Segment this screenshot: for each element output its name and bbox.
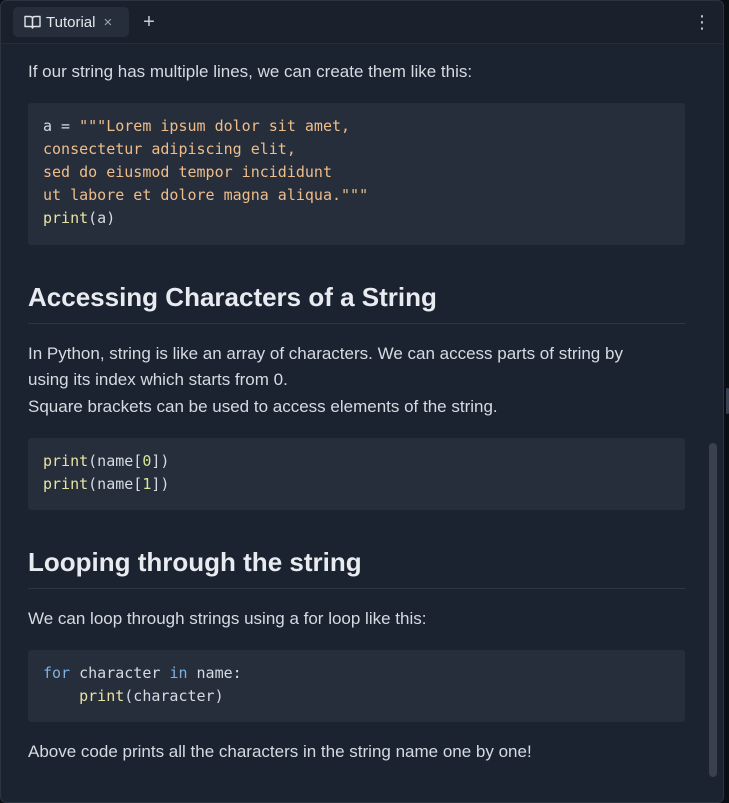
code-token: a = xyxy=(43,117,80,135)
code-line: for character in name: xyxy=(43,662,670,685)
code-line: print(character) xyxy=(43,685,670,708)
code-token: for xyxy=(43,664,71,682)
code-token: character xyxy=(70,664,170,682)
code-line: print(a) xyxy=(43,207,670,230)
code-token: ]) xyxy=(151,452,170,470)
heading-looping: Looping through the string xyxy=(28,546,685,589)
code-line: ut labore et dolore magna aliqua.""" xyxy=(43,184,670,207)
tutorial-window: Tutorial × + ⋮ If our string has multipl… xyxy=(0,0,724,803)
accessing-paragraph-line-2: using its index which starts from 0. xyxy=(28,370,288,389)
code-line: a = """Lorem ipsum dolor sit amet, xyxy=(43,115,670,138)
code-token: print xyxy=(43,209,89,227)
tab-label: Tutorial xyxy=(46,13,96,31)
code-token: ]) xyxy=(151,475,170,493)
code-token: sed do eiusmod tempor incididunt xyxy=(43,163,332,181)
add-tab-button[interactable]: + xyxy=(140,11,158,33)
tab-tutorial[interactable]: Tutorial × xyxy=(13,7,129,37)
code-token: print xyxy=(43,452,89,470)
vertical-scrollbar[interactable] xyxy=(709,47,717,797)
closing-paragraph: Above code prints all the characters in … xyxy=(28,742,532,761)
code-token: consectetur adipiscing elit, xyxy=(43,140,296,158)
code-block-indexing: print(name[0]) print(name[1]) xyxy=(28,438,685,510)
code-token: (character) xyxy=(124,687,224,705)
code-token: """Lorem ipsum dolor sit amet, xyxy=(79,117,351,135)
code-line: print(name[0]) xyxy=(43,450,670,473)
code-block-loop: for character in name: print(character) xyxy=(28,650,685,722)
code-token: ut labore et dolore magna aliqua.""" xyxy=(43,186,369,204)
accessing-paragraph-line-3: Square brackets can be used to access el… xyxy=(28,397,498,416)
code-line: sed do eiusmod tempor incididunt xyxy=(43,161,670,184)
accessing-paragraph-line-1: In Python, string is like an array of ch… xyxy=(28,344,623,363)
code-token: (a) xyxy=(88,209,116,227)
code-block-multiline: a = """Lorem ipsum dolor sit amet, consec… xyxy=(28,103,685,245)
code-token: print xyxy=(79,687,125,705)
close-icon[interactable]: × xyxy=(103,14,112,31)
code-token: name: xyxy=(187,664,242,682)
tutorial-content: If our string has multiple lines, we can… xyxy=(1,45,703,801)
scrollbar-thumb[interactable] xyxy=(709,443,717,777)
code-token: (name[ xyxy=(88,452,143,470)
code-token: (name[ xyxy=(88,475,143,493)
code-token: print xyxy=(43,475,89,493)
looping-paragraph: We can loop through strings using a for … xyxy=(28,609,427,628)
tab-bar: Tutorial × + ⋮ xyxy=(1,1,723,44)
book-open-icon xyxy=(24,15,41,29)
heading-accessing-characters: Accessing Characters of a String xyxy=(28,281,685,324)
code-line: print(name[1]) xyxy=(43,473,670,496)
code-token: in xyxy=(169,664,188,682)
more-options-icon[interactable]: ⋮ xyxy=(693,11,711,33)
code-line: consectetur adipiscing elit, xyxy=(43,138,670,161)
intro-text: If our string has multiple lines, we can… xyxy=(28,62,473,81)
